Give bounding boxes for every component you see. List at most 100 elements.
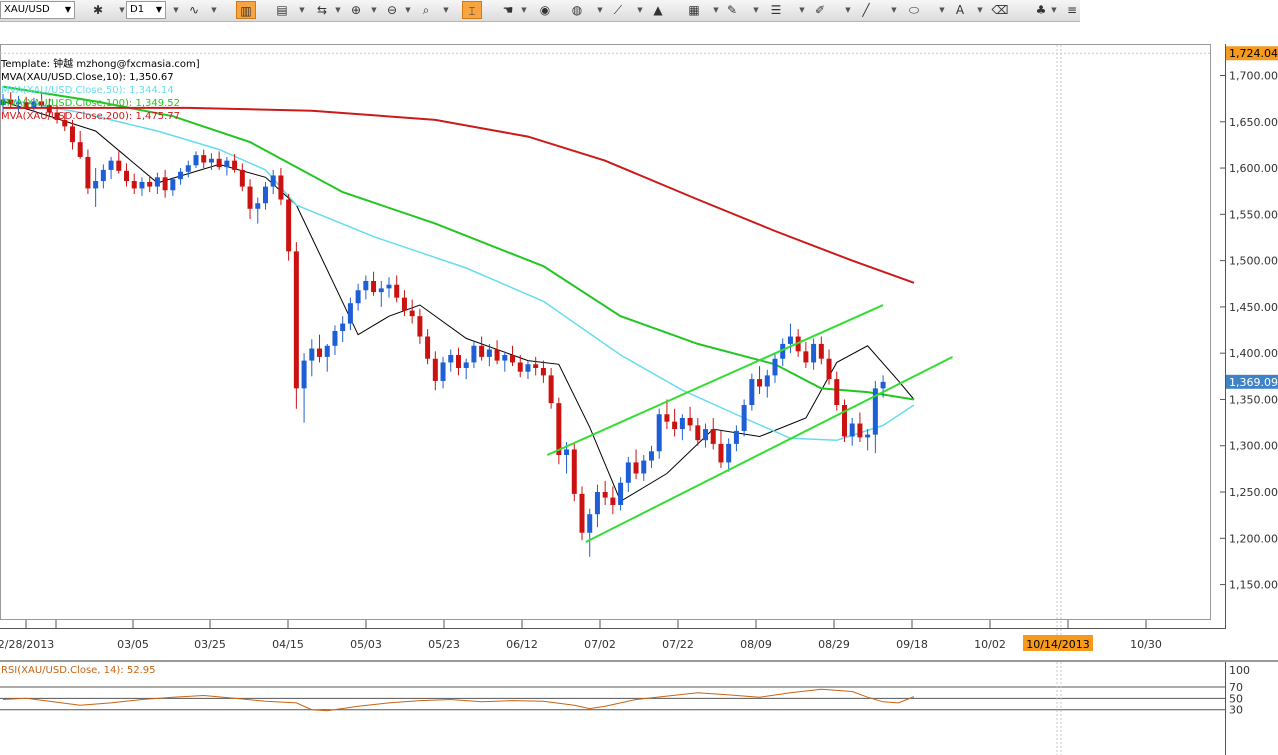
dropdown-arrow-icon[interactable]: ▼ xyxy=(370,1,378,19)
cursor-icon: ⌶ xyxy=(468,4,476,18)
candle-body xyxy=(749,379,755,406)
price-tick-label: 1,150.00 xyxy=(1229,579,1278,592)
dropdown-arrow-icon[interactable]: ▼ xyxy=(636,1,644,19)
candle-body xyxy=(93,181,99,189)
candle-body xyxy=(154,177,160,187)
candle-body xyxy=(232,160,238,170)
candle-body xyxy=(409,310,415,317)
text-tool-button[interactable]: A xyxy=(950,1,970,19)
candle-body xyxy=(679,417,685,430)
candle xyxy=(841,399,847,443)
horizontal-line-button[interactable]: ☰ xyxy=(766,1,786,19)
candle-body xyxy=(170,179,176,191)
price-chart-pane[interactable]: 1,700.00 1,650.00 1,600.00 1,550.00 1,500.00… xyxy=(0,44,1278,660)
dropdown-arrow-icon[interactable]: ▼ xyxy=(118,1,126,19)
rsi-chart[interactable]: 100705030 xyxy=(0,660,1278,755)
chevron-down-icon: ▼ xyxy=(155,5,162,14)
timeframe-select[interactable]: D1 ▼ xyxy=(126,1,166,19)
candle-body xyxy=(787,336,793,344)
candle-body xyxy=(471,345,477,363)
mountain-chart-button[interactable]: ▲ xyxy=(648,1,668,19)
rsi-pane[interactable]: 100 70 50 30 RSI(XAU/USD.Close, 14): 52.95 xyxy=(0,660,1278,755)
dropdown-arrow-icon[interactable]: ▼ xyxy=(596,1,604,19)
eye-icon: ◉ xyxy=(539,3,551,17)
zoom-in-button[interactable]: ⊕ xyxy=(346,1,366,19)
dropdown-arrow-icon[interactable]: ▼ xyxy=(890,1,898,19)
cursor-button[interactable]: ⌶ xyxy=(462,1,482,19)
template-button[interactable]: ▦ xyxy=(684,1,704,19)
candle-body xyxy=(463,362,469,368)
magnifier-button[interactable]: ⌕ xyxy=(416,1,436,19)
candle-body xyxy=(610,497,616,505)
eraser-icon: ⌫ xyxy=(991,3,1009,17)
draw-lines-icon: ✎ xyxy=(726,3,738,17)
scroll-left-button[interactable]: ⇆ xyxy=(312,1,332,19)
globe-button[interactable]: ◍ xyxy=(567,1,587,19)
candle-body xyxy=(618,482,624,505)
chart-toolbar: XAU/USD ▼ D1 ▼ ✱ ∿ ▥ ▤ ⇆ ⊕ ⊖ ⌕ ⌶ ☚ ◉ ◍ ⟋ ▲ ▦ ✎ ☰ ✐ ╱ ⬭ A ⌫ ♣ ≡ ▼… xyxy=(0,0,1080,22)
rsi-line xyxy=(2,688,915,712)
candle-body xyxy=(811,343,817,363)
ellipse-button[interactable]: ⬭ xyxy=(904,1,924,19)
dropdown-arrow-icon[interactable]: ▼ xyxy=(1050,1,1058,19)
price-tick-label: 1,650.00 xyxy=(1229,116,1278,129)
date-tick-label: 07/22 xyxy=(662,638,694,651)
dropdown-arrow-icon[interactable]: ▼ xyxy=(752,1,760,19)
hierarchy-button[interactable]: ♣ xyxy=(1031,1,1051,19)
hand-button[interactable]: ☚ xyxy=(498,1,518,19)
candle-body xyxy=(818,343,824,359)
menu-icon: ≡ xyxy=(1066,3,1078,17)
candle-body xyxy=(479,345,485,357)
candle-body xyxy=(803,351,809,363)
menu-button[interactable]: ≡ xyxy=(1062,1,1082,19)
dropdown-arrow-icon[interactable]: ▼ xyxy=(298,1,306,19)
candle-body xyxy=(309,348,315,361)
price-tick-label: 1,600.00 xyxy=(1229,162,1278,175)
ruler-button[interactable]: ⟋ xyxy=(608,1,628,19)
price-tick-label: 1,700.00 xyxy=(1229,70,1278,83)
eye-button[interactable]: ◉ xyxy=(535,1,555,19)
symbol-select[interactable]: XAU/USD ▼ xyxy=(0,1,75,19)
price-tick-label: 1,400.00 xyxy=(1229,347,1278,360)
draw-lines-button[interactable]: ✎ xyxy=(722,1,742,19)
rsi-label: RSI(XAU/USD.Close, 14): 52.95 xyxy=(1,665,156,676)
price-chart[interactable]: 1,700.00 1,650.00 1,600.00 1,550.00 1,500.00… xyxy=(0,44,1278,660)
candle-body xyxy=(324,345,330,357)
zoom-out-button[interactable]: ⊖ xyxy=(382,1,402,19)
dropdown-arrow-icon[interactable]: ▼ xyxy=(210,1,218,19)
dropdown-arrow-icon[interactable]: ▼ xyxy=(172,1,180,19)
dropdown-arrow-icon[interactable]: ▼ xyxy=(442,1,450,19)
chart-type-button[interactable]: ∿ xyxy=(184,1,204,19)
candle xyxy=(556,397,562,465)
ellipse-icon: ⬭ xyxy=(908,3,920,17)
price-tick-label: 1,550.00 xyxy=(1229,208,1278,221)
dropdown-arrow-icon[interactable]: ▼ xyxy=(520,1,528,19)
legend-ma50: MVA(XAU/USD.Close,50): 1,344.14 xyxy=(1,85,174,96)
candle-body xyxy=(695,425,701,441)
candle-body xyxy=(757,379,763,387)
toolbar-blank-area xyxy=(1080,0,1278,22)
legend-ma10: MVA(XAU/USD.Close,10): 1,350.67 xyxy=(1,72,174,83)
dropdown-arrow-icon[interactable]: ▼ xyxy=(404,1,412,19)
candle-body xyxy=(440,362,446,381)
eraser-button[interactable]: ⌫ xyxy=(990,1,1010,19)
color-scheme-button[interactable]: ✱ xyxy=(88,1,108,19)
candle-body xyxy=(116,160,122,171)
rsi-level-label: 100 xyxy=(1229,664,1250,677)
dropdown-arrow-icon[interactable]: ▼ xyxy=(938,1,946,19)
dropdown-arrow-icon[interactable]: ▼ xyxy=(798,1,806,19)
dropdown-arrow-icon[interactable]: ▼ xyxy=(334,1,342,19)
candle-body xyxy=(540,367,546,376)
date-tick-label: 05/23 xyxy=(428,638,460,651)
bar-chart-icon: ▥ xyxy=(240,4,252,18)
bar-chart-button[interactable]: ▥ xyxy=(236,1,256,19)
candle-body xyxy=(857,423,863,438)
line-tool-button[interactable]: ╱ xyxy=(856,1,876,19)
trading-station-window: XAU/USD ▼ D1 ▼ ✱ ∿ ▥ ▤ ⇆ ⊕ ⊖ ⌕ ⌶ ☚ ◉ ◍ ⟋ ▲ ▦ ✎ ☰ ✐ ╱ ⬭ A ⌫ ♣ ≡ ▼… xyxy=(0,0,1278,755)
dropdown-arrow-icon[interactable]: ▼ xyxy=(844,1,852,19)
pen-button[interactable]: ✐ xyxy=(810,1,830,19)
properties-button[interactable]: ▤ xyxy=(272,1,292,19)
plot-area xyxy=(0,44,1211,620)
dropdown-arrow-icon[interactable]: ▼ xyxy=(712,1,720,19)
dropdown-arrow-icon[interactable]: ▼ xyxy=(976,1,984,19)
